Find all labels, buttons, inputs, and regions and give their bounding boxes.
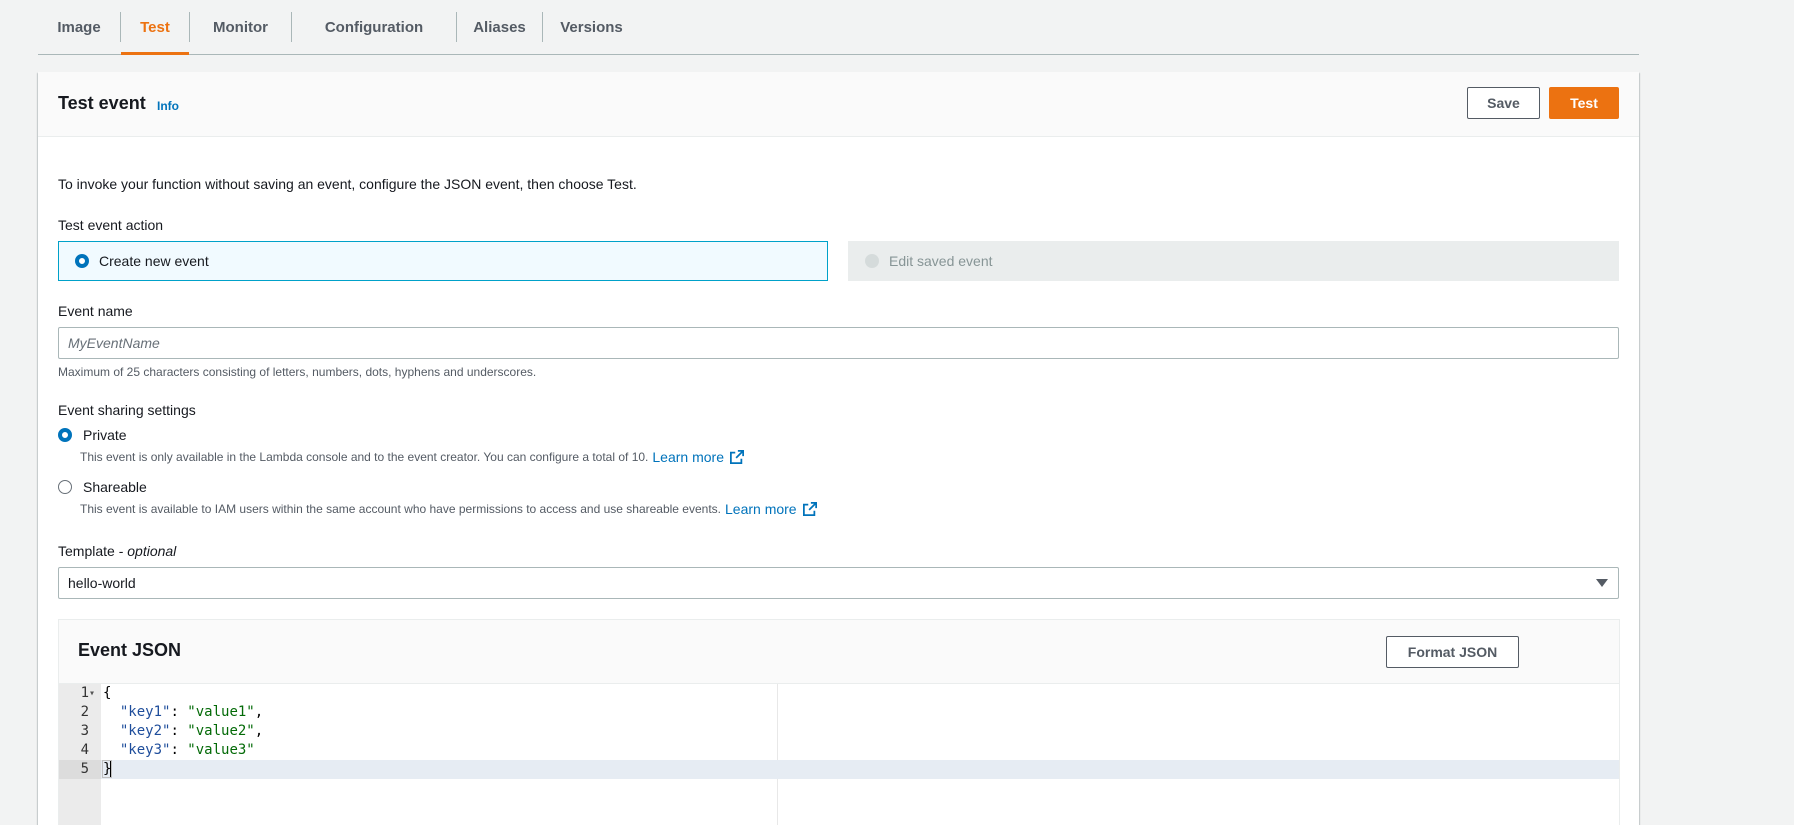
event-json-container: Event JSON Format JSON 1 ▾ { 2 "key1": "… xyxy=(58,619,1620,825)
external-link-icon xyxy=(729,450,744,464)
code-text: } xyxy=(101,760,113,779)
json-separator: : xyxy=(170,742,188,758)
line-number: 3 xyxy=(80,723,89,739)
template-label-text: Template - xyxy=(58,543,128,559)
line-number: 2 xyxy=(80,704,89,720)
json-key: "key3" xyxy=(119,742,171,758)
tab-versions[interactable]: Versions xyxy=(543,0,640,54)
learn-more-label: Learn more xyxy=(652,449,724,465)
format-json-button[interactable]: Format JSON xyxy=(1386,636,1519,668)
event-name-hint: Maximum of 25 characters consisting of l… xyxy=(58,365,537,379)
code-text: "key2": "value2", xyxy=(103,722,263,741)
json-comma: , xyxy=(254,704,264,720)
learn-more-link[interactable]: Learn more xyxy=(725,501,817,517)
event-name-label: Event name xyxy=(58,303,133,319)
json-separator: : xyxy=(170,704,188,720)
edit-saved-event-tile: Edit saved event xyxy=(848,241,1619,281)
line-number: 4 xyxy=(80,742,89,758)
create-new-event-tile[interactable]: Create new event xyxy=(58,241,828,281)
private-label: Private xyxy=(83,427,127,443)
shareable-description-text: This event is available to IAM users wit… xyxy=(80,502,721,516)
code-line[interactable]: 3 "key2": "value2", xyxy=(59,722,1619,741)
test-event-panel: Test event Info Save Test To invoke your… xyxy=(38,72,1639,825)
code-text: "key1": "value1", xyxy=(103,703,263,722)
test-event-action-label: Test event action xyxy=(58,217,164,233)
radio-selected-icon[interactable] xyxy=(75,254,89,268)
save-button[interactable]: Save xyxy=(1467,87,1540,119)
fold-toggle-icon[interactable]: ▾ xyxy=(89,684,95,703)
json-separator: : xyxy=(170,723,188,739)
code-line[interactable]: 4 "key3": "value3" xyxy=(59,741,1619,760)
tab-bar: Image Test Monitor Configuration Aliases… xyxy=(38,0,1639,55)
tab-configuration[interactable]: Configuration xyxy=(292,0,456,54)
tab-aliases[interactable]: Aliases xyxy=(457,0,542,54)
tab-test[interactable]: Test xyxy=(121,0,189,55)
json-key: "key2" xyxy=(119,723,171,739)
create-new-event-label: Create new event xyxy=(99,253,209,269)
json-code-editor[interactable]: 1 ▾ { 2 "key1": "value1", 3 "key2": "val… xyxy=(59,683,1619,825)
external-link-icon xyxy=(802,502,817,516)
edit-saved-event-label: Edit saved event xyxy=(889,253,993,269)
shareable-radio-option[interactable]: Shareable xyxy=(58,479,147,495)
private-description-text: This event is only available in the Lamb… xyxy=(80,450,649,464)
json-key: "key1" xyxy=(119,704,171,720)
event-name-input[interactable] xyxy=(58,327,1619,359)
test-button[interactable]: Test xyxy=(1549,87,1619,119)
shareable-description: This event is available to IAM users wit… xyxy=(80,501,817,517)
line-number: 5 xyxy=(59,760,101,779)
code-line[interactable]: 2 "key1": "value1", xyxy=(59,703,1619,722)
code-text: { xyxy=(103,685,112,701)
json-value: "value3" xyxy=(187,742,255,758)
learn-more-label: Learn more xyxy=(725,501,797,517)
json-comma: , xyxy=(254,723,264,739)
code-line-active[interactable]: 5 } xyxy=(59,760,1619,779)
caret-down-icon xyxy=(1596,579,1608,587)
shareable-label: Shareable xyxy=(83,479,147,495)
private-radio-option[interactable]: Private xyxy=(58,427,127,443)
panel-header: Test event Info Save Test xyxy=(38,72,1639,137)
radio-selected-icon[interactable] xyxy=(58,428,72,442)
info-link[interactable]: Info xyxy=(157,99,179,113)
tab-image[interactable]: Image xyxy=(38,0,120,54)
code-text: "key3": "value3" xyxy=(103,741,255,760)
code-line[interactable]: 1 ▾ { xyxy=(59,684,1619,703)
panel-description: To invoke your function without saving a… xyxy=(58,176,637,192)
learn-more-link[interactable]: Learn more xyxy=(652,449,744,465)
event-json-title: Event JSON xyxy=(78,640,182,660)
json-value: "value1" xyxy=(187,704,255,720)
radio-disabled-icon xyxy=(865,254,879,268)
template-select[interactable]: hello-world xyxy=(58,567,1619,599)
template-selected-value: hello-world xyxy=(68,575,136,591)
template-optional-text: optional xyxy=(127,543,177,559)
text-cursor xyxy=(110,761,112,777)
panel-title: Test event xyxy=(58,93,146,113)
template-label: Template - optional xyxy=(58,543,176,559)
private-description: This event is only available in the Lamb… xyxy=(80,449,744,465)
json-value: "value2" xyxy=(187,723,255,739)
event-sharing-label: Event sharing settings xyxy=(58,402,196,418)
radio-unselected-icon[interactable] xyxy=(58,480,72,494)
tab-monitor[interactable]: Monitor xyxy=(190,0,291,54)
